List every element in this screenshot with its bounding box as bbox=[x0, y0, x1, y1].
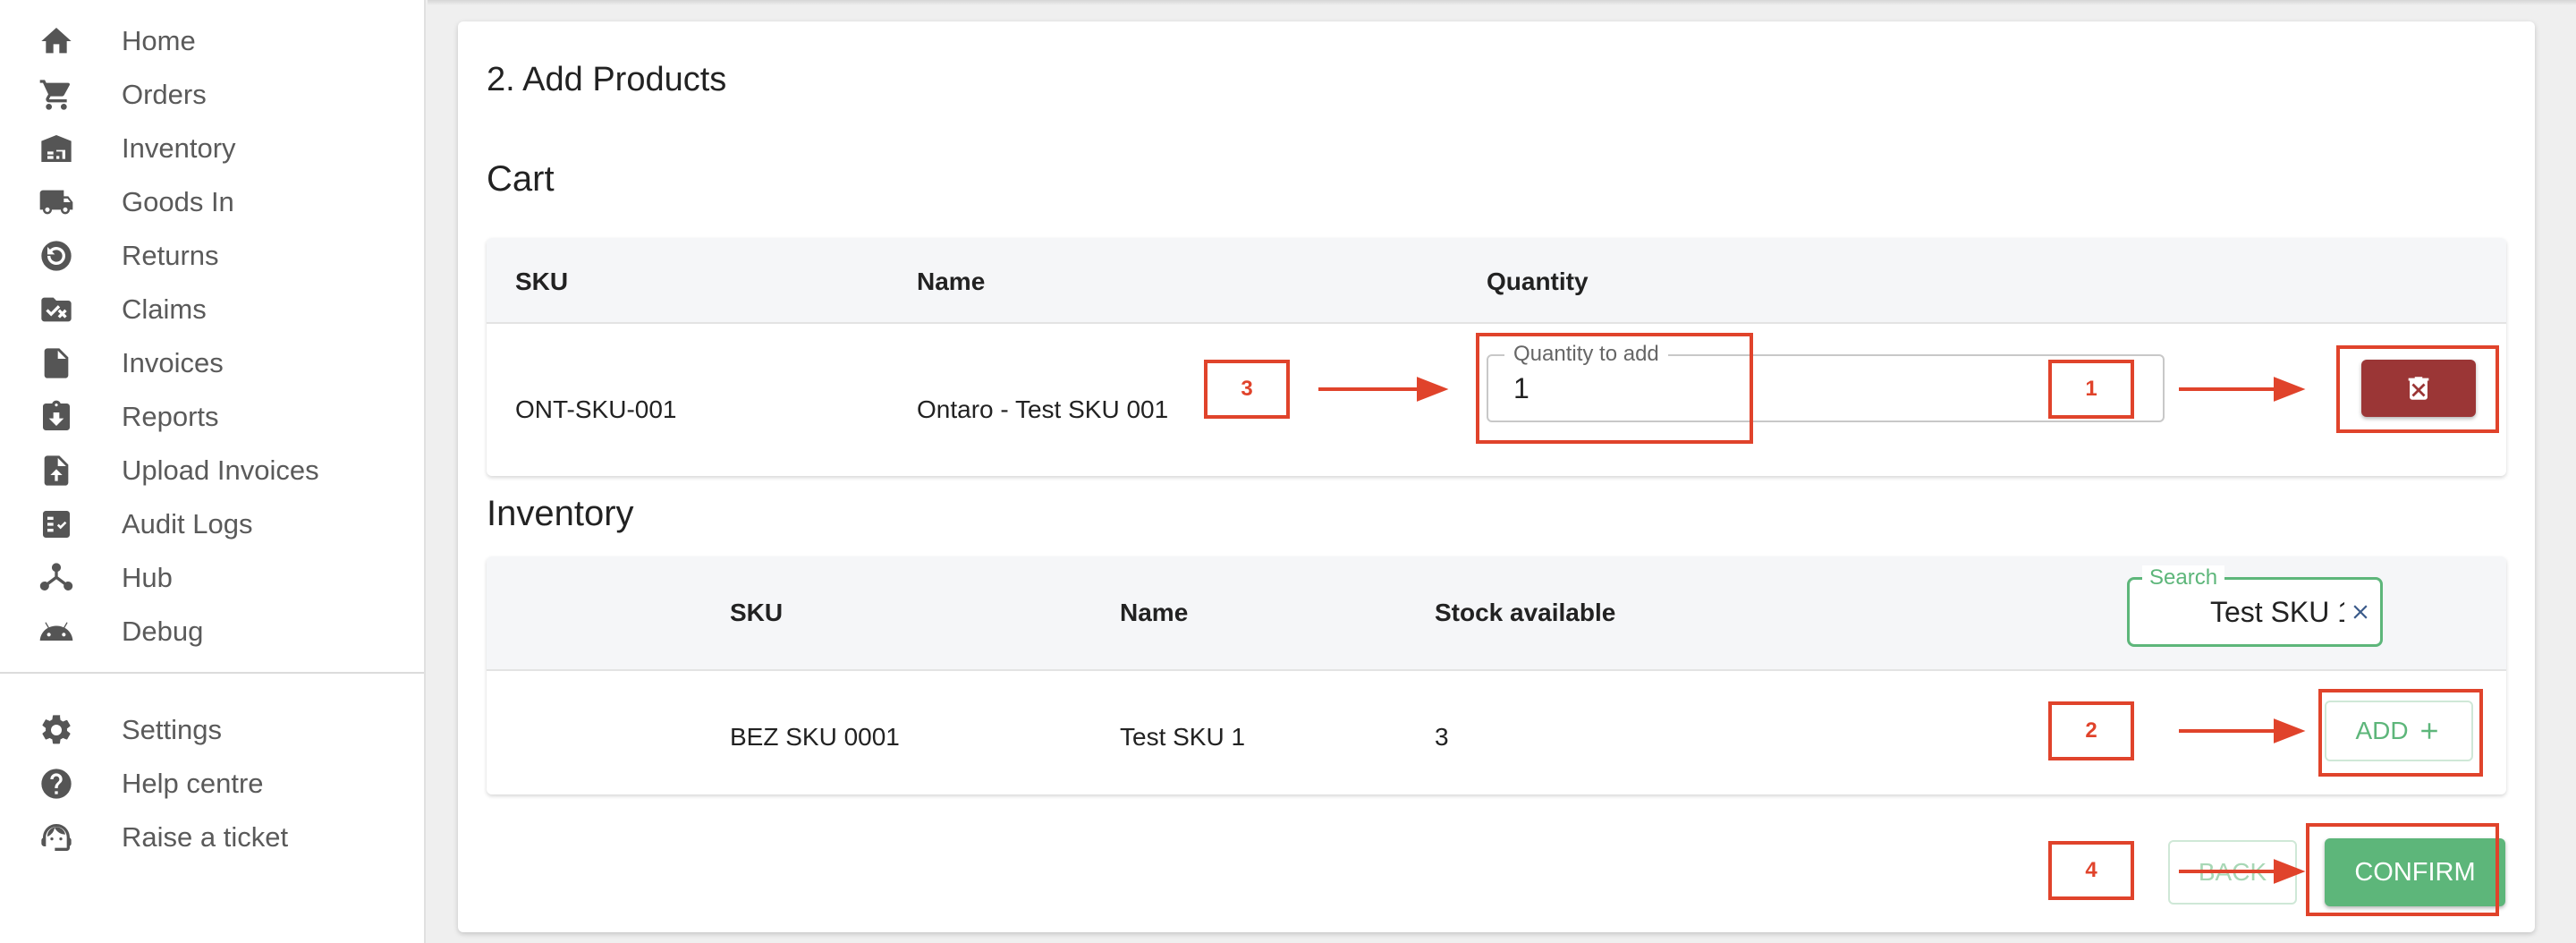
arrow-1-head bbox=[2274, 377, 2306, 402]
arrow-3-head bbox=[1417, 377, 1449, 402]
arrow-4-head bbox=[2274, 859, 2306, 884]
arrow-2-head bbox=[2274, 718, 2306, 743]
annotation-arrows bbox=[1318, 377, 2306, 884]
